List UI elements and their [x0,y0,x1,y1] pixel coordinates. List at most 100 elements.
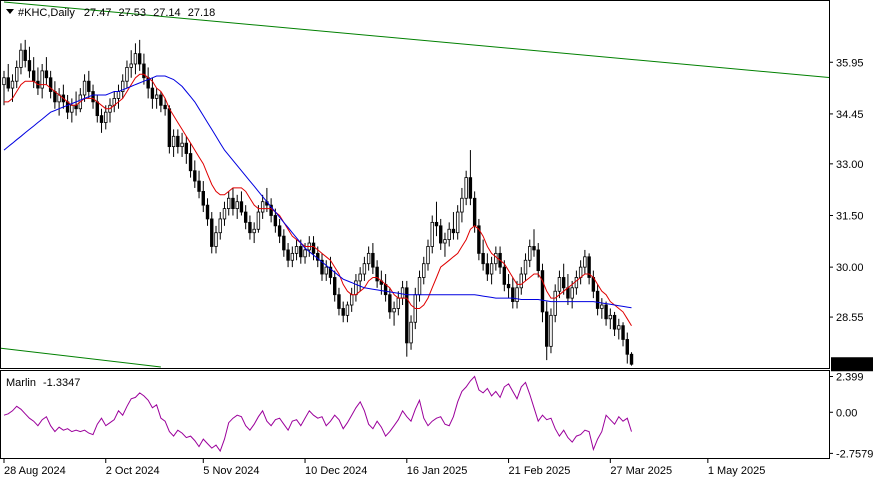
candle [112,91,116,113]
candle-body-down [532,246,536,251]
oscillator-axis: 2.399 0.00 -2.7579 [829,371,873,460]
candle [481,239,485,271]
candle [409,315,413,350]
candle [214,225,218,254]
candle-body-up [260,201,265,213]
candle-body-up [600,304,604,309]
candle [91,84,95,109]
osc-tick-label: 2.399 [836,371,864,383]
candle-body-down [188,153,193,172]
candle-body-up [400,287,405,299]
candle-body-up [549,314,553,347]
candle-body-up [358,273,362,282]
candle [451,212,456,240]
candle [625,332,629,364]
candle [19,43,23,75]
candle [36,67,40,95]
candle [549,308,553,354]
open-value: 27.47 [84,7,112,19]
candle [396,291,401,316]
candle [392,301,396,326]
candle [439,218,443,250]
candle-body-up [214,232,218,247]
trendline-1 [0,347,161,368]
candle-body-down [23,49,27,61]
candle [464,170,468,206]
candle [358,267,362,292]
candle-body-down [434,221,439,227]
candle-body-down [604,304,608,320]
candle-body-up [447,228,451,240]
candle-body-down [282,235,286,251]
candle-body-down [566,287,570,299]
candle [405,280,409,357]
candle-body-up [2,77,6,86]
candle-body-up [523,259,528,275]
candle [612,311,617,337]
candle [87,70,91,99]
candle-body-down [388,294,392,313]
candle-body-up [617,325,621,330]
candle-body-down [99,115,104,123]
candle-body-up [235,201,239,210]
candle [180,132,184,157]
candle-body-up [227,197,231,210]
candle-body-down [167,108,172,148]
candle [188,143,193,178]
candle-body-down [311,242,316,254]
candle [205,198,210,226]
marlin-line [3,375,632,453]
candle-body-down [53,91,57,103]
candle-body-down [472,197,477,227]
candle [434,201,439,237]
candle-body-down [65,101,70,113]
low-value: 27.14 [153,7,181,19]
candle [489,256,494,285]
candle-body-down [536,249,540,271]
high-value: 27.53 [119,7,147,19]
candle [116,84,121,109]
candle [532,229,536,257]
candle [74,91,78,116]
candle [294,239,299,261]
candle [366,246,371,271]
price-tick-label: 30.00 [836,262,864,274]
candle-body-down [239,201,244,213]
candle-body-down [485,263,490,275]
time-tick-label: 21 Feb 2025 [509,465,571,477]
candle-body-down [277,225,282,237]
candle-body-down [405,287,409,344]
candle-body-up [324,266,328,275]
candle-body-down [286,249,290,261]
candle-body-up [294,246,299,254]
candle [222,201,227,226]
candle-body-down [205,204,210,220]
candle-body-down [299,246,303,258]
candle-body-up [19,49,23,68]
candle-body-down [511,287,515,302]
candle [595,284,600,316]
candle [290,246,295,268]
candle-body-down [383,283,388,296]
candle [383,274,388,302]
candle [333,270,337,302]
candle-body-up [489,263,494,275]
candle [455,205,460,240]
candle [286,243,290,268]
osc-tick-label: -2.7579 [836,448,873,460]
price-tick-label: 28.55 [836,312,864,324]
candle-body-up [82,80,87,96]
candle-body-up [362,263,367,275]
candle-body-down [210,218,214,247]
candle [608,308,613,330]
dropdown-arrow-icon[interactable] [6,9,14,14]
candle-body-down [629,353,634,365]
candle-body-down [540,270,545,313]
candle-body-up [349,294,354,306]
candle [371,243,375,275]
candle [587,253,591,285]
candle [227,191,231,216]
candle [519,267,523,295]
candle [468,150,473,206]
candle-body-down [31,70,36,82]
